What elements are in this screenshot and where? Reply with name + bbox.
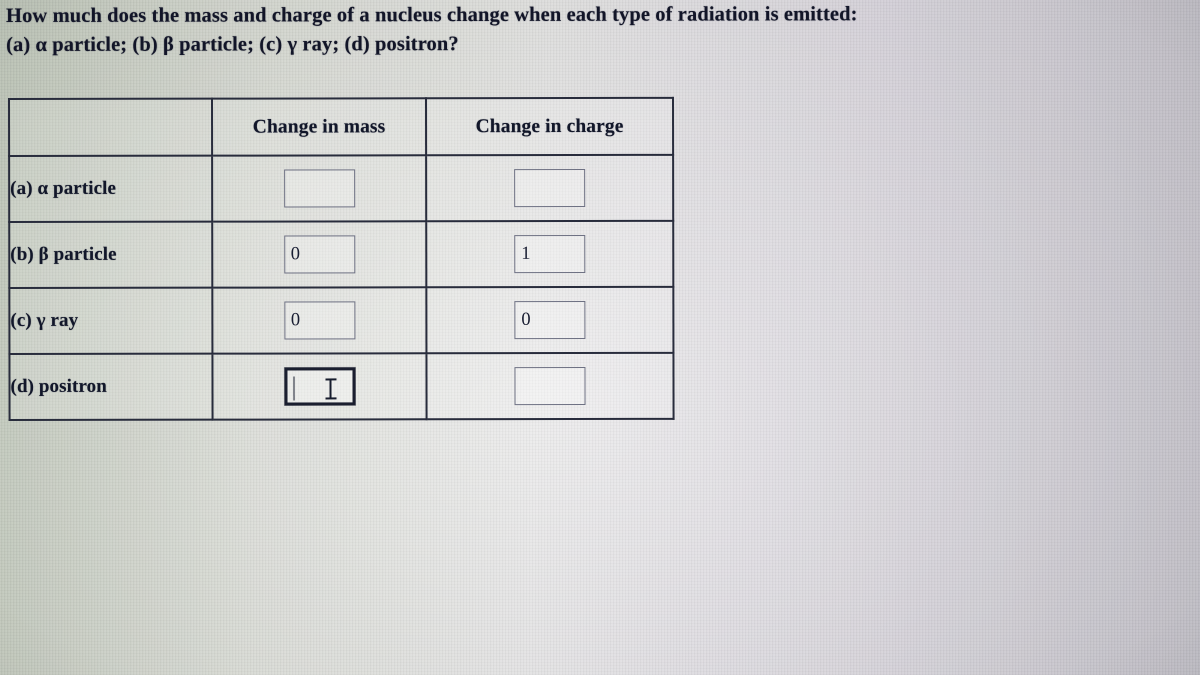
input-value: 0 [290,310,301,331]
input-positron-change-in-mass[interactable] [283,367,356,406]
cell-beta-charge: 1 [426,220,674,288]
table-row: (d) positron [9,352,674,420]
row-label-gamma-ray: (c) γ ray [9,287,213,354]
input-value: 0 [521,309,531,330]
answer-table-wrapper: Change in mass Change in charge (a) α pa… [8,97,675,421]
input-alpha-change-in-mass[interactable] [283,169,355,208]
input-beta-change-in-charge[interactable]: 1 [514,234,586,274]
answer-table: Change in mass Change in charge (a) α pa… [8,97,675,421]
cell-positron-mass [212,353,427,420]
table-header-row: Change in mass Change in charge [9,97,674,156]
question-line-2: (a) α particle; (b) β particle; (c) γ ra… [6,33,459,56]
cell-positron-charge [426,352,674,420]
row-label-alpha-particle: (a) α particle [9,155,213,222]
cell-alpha-charge [426,154,674,222]
question-prompt: How much does the mass and charge of a n… [6,0,1192,60]
screenshot-root: How much does the mass and charge of a n… [0,0,1200,675]
table-row: (c) γ ray 0 0 [9,286,674,354]
input-alpha-change-in-charge[interactable] [514,168,586,208]
cell-gamma-charge: 0 [426,286,674,354]
column-header-change-in-charge: Change in charge [426,97,674,156]
input-beta-change-in-mass[interactable]: 0 [283,235,355,274]
question-line-1: How much does the mass and charge of a n… [6,3,858,27]
input-value: 1 [521,243,531,264]
input-positron-change-in-charge[interactable] [514,366,586,406]
input-gamma-change-in-charge[interactable]: 0 [514,300,586,340]
i-beam-cursor-icon [324,377,337,400]
row-label-beta-particle: (b) β particle [9,221,213,288]
table-row: (a) α particle [9,154,674,222]
text-caret [292,376,295,401]
cell-beta-mass: 0 [212,221,427,288]
table-row: (b) β particle 0 1 [9,220,674,288]
column-header-change-in-mass: Change in mass [212,98,427,156]
row-label-positron: (d) positron [9,353,213,420]
cell-gamma-mass: 0 [212,287,427,354]
input-gamma-change-in-mass[interactable]: 0 [283,301,355,340]
input-value: 0 [290,244,301,265]
document-content: How much does the mass and charge of a n… [0,0,1200,675]
cell-alpha-mass [212,155,427,222]
column-header-corner [9,98,213,156]
